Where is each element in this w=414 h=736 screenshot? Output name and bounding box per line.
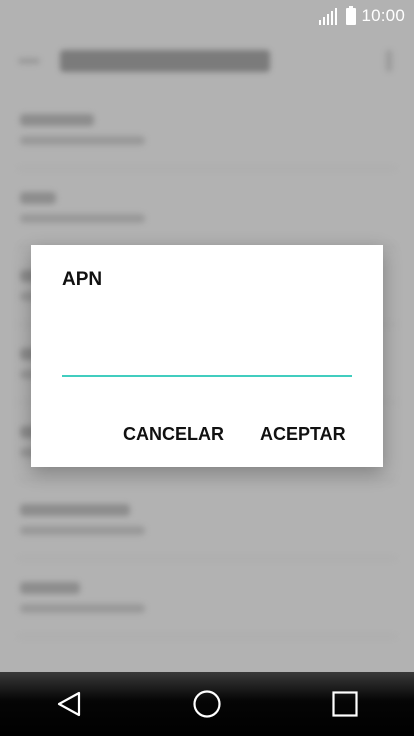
recents-icon[interactable] — [315, 679, 375, 729]
status-time: 10:00 — [361, 6, 405, 25]
status-bar: 10:00 — [0, 0, 414, 32]
background-menu-icon — [386, 50, 392, 72]
background-toolbar — [0, 32, 414, 90]
background-list-item — [18, 480, 396, 559]
apn-dialog: APN CANCELAR ACEPTAR — [31, 245, 383, 467]
background-list-item — [18, 90, 396, 169]
background-list-item — [18, 558, 396, 637]
signal-icon — [319, 7, 338, 25]
navigation-bar — [0, 672, 414, 736]
background-title — [60, 50, 270, 72]
home-icon[interactable] — [177, 679, 237, 729]
background-back-icon — [18, 58, 40, 64]
background-list-item — [18, 168, 396, 247]
dialog-title: APN — [62, 269, 103, 290]
battery-icon — [346, 5, 357, 25]
cancel-button[interactable]: CANCELAR — [123, 420, 224, 449]
apn-input[interactable] — [62, 347, 352, 377]
back-icon[interactable] — [39, 679, 99, 729]
accept-button[interactable]: ACEPTAR — [260, 420, 346, 449]
